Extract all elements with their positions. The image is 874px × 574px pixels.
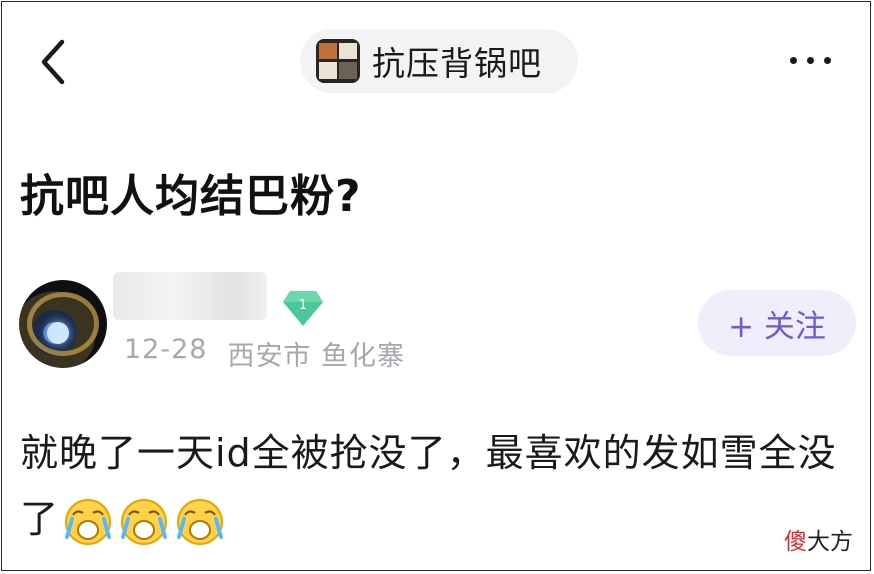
author-name-blurred[interactable]: [113, 272, 267, 320]
post-city: 西安市: [227, 341, 312, 372]
post-body: 就晚了一天id全被抢没了，最喜欢的发如雪全没了: [20, 420, 860, 552]
more-button[interactable]: [790, 57, 831, 64]
more-icon-dot: [807, 57, 814, 64]
post-location: 西安市 鱼化寨: [227, 334, 405, 373]
emoji-row: [63, 497, 225, 547]
level-diamond-icon: 1: [283, 291, 323, 326]
crying-emoji-icon: [65, 498, 112, 545]
follow-button[interactable]: + 关注: [698, 290, 856, 356]
forum-avatar: [316, 39, 360, 83]
watermark-black: 大方: [807, 529, 853, 555]
watermark-red: 傻: [784, 529, 807, 555]
back-button[interactable]: [34, 38, 74, 86]
back-arrow-icon: [41, 39, 65, 85]
avatar[interactable]: [19, 280, 107, 368]
forum-header-pill[interactable]: 抗压背锅吧: [300, 29, 578, 93]
post-date: 12-28: [124, 334, 208, 365]
level-badge: 1: [282, 289, 324, 327]
crying-emoji-icon: [177, 498, 224, 545]
post-title: 抗吧人均结巴粉?: [20, 171, 362, 222]
crying-emoji-icon: [121, 498, 168, 545]
forum-name: 抗压背锅吧: [372, 44, 542, 83]
post-community: 鱼化寨: [321, 341, 406, 372]
post-meta: 12-28 西安市 鱼化寨: [124, 334, 405, 373]
watermark: 傻大方: [784, 522, 853, 556]
more-icon-dot: [790, 57, 797, 64]
more-icon-dot: [824, 57, 831, 64]
level-number: 1: [299, 298, 307, 313]
